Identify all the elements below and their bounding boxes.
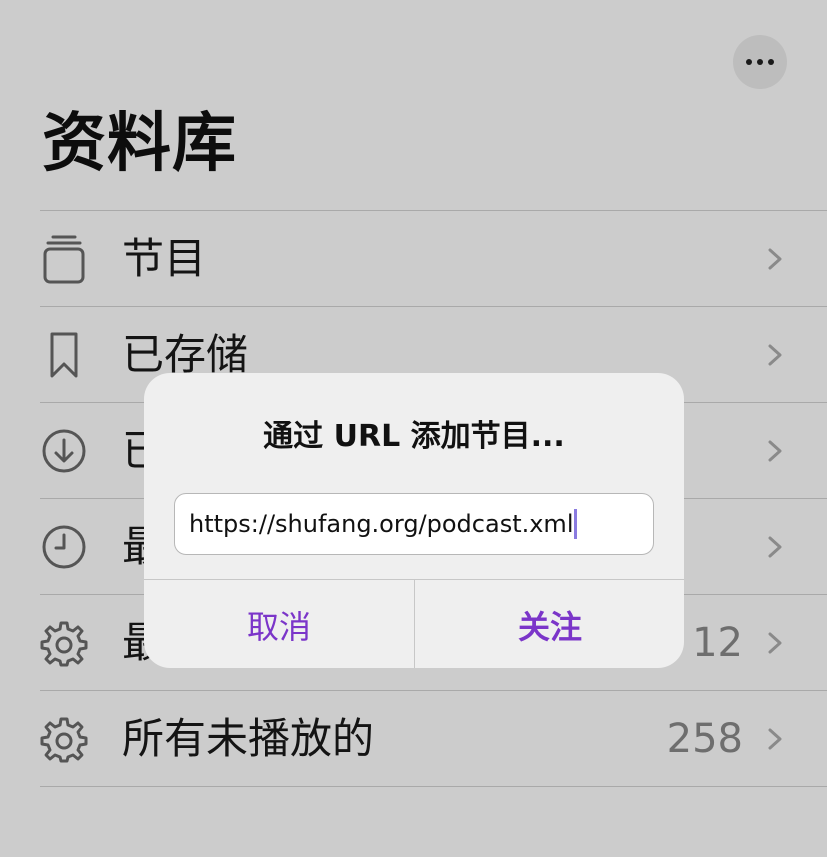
text-caret — [574, 509, 578, 539]
dialog-title: 通过 URL 添加节目... — [263, 419, 565, 454]
list-item-count: 258 — [666, 716, 743, 762]
add-by-url-dialog: 通过 URL 添加节目... https://shufang.org/podca… — [144, 373, 684, 668]
list-item-shows[interactable]: 节目 — [40, 210, 827, 306]
chevron-right-icon — [768, 728, 782, 750]
list-item-all-unplayed[interactable]: 所有未播放的 258 — [40, 690, 827, 787]
gear-icon — [40, 619, 88, 667]
more-button[interactable] — [733, 35, 787, 89]
download-icon — [40, 427, 88, 475]
ellipsis-icon — [746, 59, 774, 65]
url-input-value: https://shufang.org/podcast.xml — [189, 510, 574, 538]
list-item-count: 12 — [692, 620, 743, 666]
follow-button[interactable]: 关注 — [414, 580, 684, 668]
list-item-label: 节目 — [122, 234, 207, 283]
list-item-label: 所有未播放的 — [122, 714, 375, 763]
chevron-right-icon — [768, 536, 782, 558]
url-input[interactable]: https://shufang.org/podcast.xml — [174, 493, 654, 555]
chevron-right-icon — [768, 632, 782, 654]
dialog-button-row: 取消 关注 — [144, 579, 684, 668]
page-title: 资料库 — [42, 107, 237, 181]
chevron-right-icon — [768, 440, 782, 462]
gear-icon — [40, 715, 88, 763]
stack-icon — [40, 235, 88, 284]
bookmark-icon — [40, 331, 88, 379]
chevron-right-icon — [768, 248, 782, 270]
cancel-button[interactable]: 取消 — [144, 580, 414, 668]
chevron-right-icon — [768, 344, 782, 366]
clock-icon — [40, 523, 88, 571]
